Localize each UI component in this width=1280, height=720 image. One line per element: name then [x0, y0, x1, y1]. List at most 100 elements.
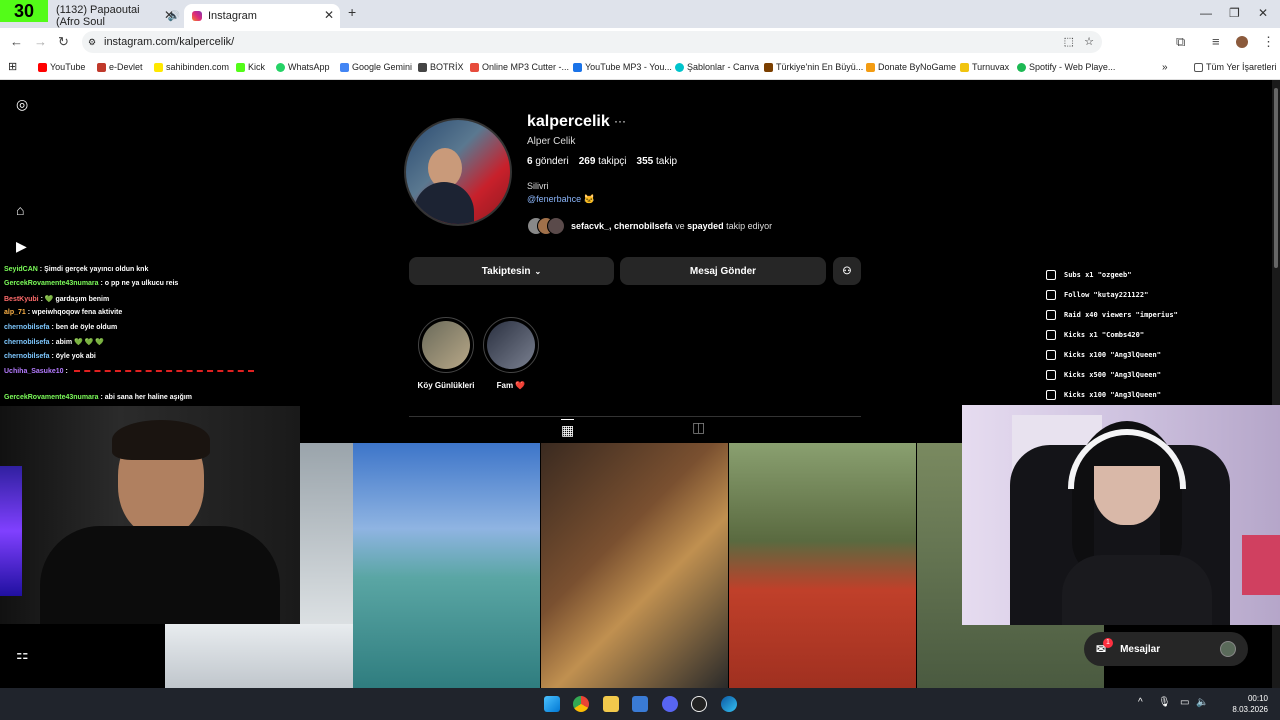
profile-avatar[interactable]	[1236, 36, 1248, 48]
media-icon[interactable]: ≡	[1212, 34, 1220, 49]
forward-icon[interactable]: →	[34, 34, 47, 49]
scrollbar-thumb[interactable]	[1274, 88, 1278, 268]
window-close-icon[interactable]: ✕	[1258, 6, 1268, 20]
reload-icon[interactable]: ↻	[58, 34, 69, 50]
browser-tab-bar: 30 (1132) Papaoutai (Afro Soul 🔊 ✕ Insta…	[0, 0, 1280, 28]
highlight-cover	[487, 321, 535, 369]
chat-message: : 💚 gardaşım benim	[40, 296, 110, 303]
tab-instagram[interactable]: Instagram ✕	[184, 4, 340, 28]
menu-icon[interactable]: ⋮	[1262, 34, 1275, 50]
bookmark-botrix[interactable]: BOTRİX	[418, 62, 464, 72]
all-bookmarks-folder[interactable]: Tüm Yer İşaretleri	[1194, 62, 1277, 72]
tray-chevron-icon[interactable]: ^	[1138, 697, 1143, 708]
alert-text: Subs x1 "ozgeeb"	[1064, 271, 1132, 279]
chat-message: : o pp ne ya ulkucu reis	[100, 280, 179, 287]
bookmark-star-icon[interactable]: ☆	[1084, 31, 1094, 53]
bookmark-youtube-mp3[interactable]: YouTube MP3 - You...	[573, 62, 672, 72]
chat-message: : abi sana her haline aşığım	[100, 394, 192, 401]
volume-icon[interactable]: 🔈	[1196, 697, 1208, 708]
close-tab-icon[interactable]: ✕	[324, 8, 334, 22]
bookmark-whatsapp[interactable]: WhatsApp	[276, 62, 330, 72]
stream-alerts-overlay: Subs x1 "ozgeeb" Follow "kutay221122" Ra…	[1040, 266, 1276, 406]
bookmark-canva[interactable]: Şablonlar - Canva	[675, 62, 759, 72]
bookmark-label: sahibinden.com	[166, 62, 230, 72]
chrome-icon[interactable]	[573, 696, 589, 712]
sub-icon	[1046, 270, 1056, 280]
profile-avatar-large[interactable]	[404, 118, 512, 226]
chat-user: chernobilsefa	[4, 353, 50, 360]
highlight-koy[interactable]: Köy Günlükleri	[416, 317, 476, 390]
bookmark-kick[interactable]: Kick	[236, 62, 265, 72]
add-user-icon: ⚇	[842, 265, 852, 277]
file-explorer-icon[interactable]	[603, 696, 619, 712]
post-thumbnail-cafe[interactable]	[541, 443, 728, 688]
highlight-ring	[483, 317, 539, 373]
home-icon[interactable]: ⌂	[16, 202, 32, 218]
bookmark-gemini[interactable]: Google Gemini	[340, 62, 412, 72]
stream-chat-overlay: SeyidCAN : Şimdi gerçek yayıncı oldun kn…	[0, 264, 298, 407]
bynogame-icon	[866, 62, 875, 72]
taskbar-clock[interactable]: 00:10 8.03.2026	[1232, 693, 1268, 715]
install-icon[interactable]: ⬚	[1064, 31, 1074, 53]
bookmark-bynogame[interactable]: Donate ByNoGame	[866, 62, 956, 72]
profile-bio-link[interactable]: @fenerbahce 🐱	[527, 194, 595, 205]
reels-icon[interactable]: ▶	[16, 238, 32, 254]
site-info-icon[interactable]: ⚙	[88, 31, 96, 53]
clock-date: 8.03.2026	[1232, 705, 1268, 714]
chat-user: chernobilsefa	[4, 324, 50, 331]
following-stat[interactable]: 355 takip	[637, 156, 678, 167]
options-icon[interactable]: ···	[614, 114, 626, 128]
bookmark-turnuvax[interactable]: Turnuvax	[960, 62, 1009, 72]
bookmark-spotify[interactable]: Spotify - Web Playe...	[1017, 62, 1115, 72]
minimize-icon[interactable]: —	[1200, 6, 1212, 20]
close-tab-icon[interactable]: ✕	[164, 8, 174, 22]
followers-stat[interactable]: 269 takipçi	[579, 156, 627, 167]
windows-start-icon[interactable]	[544, 696, 560, 712]
clock-time: 00:10	[1247, 694, 1268, 703]
network-icon[interactable]: ▭	[1180, 697, 1189, 708]
tab-youtube[interactable]: (1132) Papaoutai (Afro Soul 🔊 ✕	[40, 4, 180, 28]
profile-bio: Silivri	[527, 181, 549, 191]
instagram-logo-icon[interactable]: ◎	[16, 96, 32, 112]
edge-icon[interactable]	[721, 696, 737, 712]
suggest-user-button[interactable]: ⚇	[833, 257, 861, 285]
poster	[1242, 535, 1280, 595]
highlight-fam[interactable]: Fam ❤️	[481, 317, 541, 390]
posts-label: gönderi	[535, 156, 569, 167]
back-icon[interactable]: ←	[10, 34, 23, 49]
profile-stats: 6 gönderi 269 takipçi 355 takip	[527, 156, 677, 167]
new-tab-button[interactable]: +	[348, 4, 356, 20]
bookmark-sahibinden[interactable]: sahibinden.com	[154, 62, 229, 72]
discord-icon[interactable]	[662, 696, 678, 712]
chat-user: SeyidCAN	[4, 266, 38, 273]
bookmark-mp3-cutter[interactable]: Online MP3 Cutter -...	[470, 62, 569, 72]
post-thumbnail-winter[interactable]	[165, 624, 353, 688]
streamer-body	[40, 526, 280, 624]
more-menu-icon[interactable]: ⚏	[16, 646, 32, 662]
bookmark-turkiye[interactable]: Türkiye'nin En Büyü...	[764, 62, 863, 72]
app-icon[interactable]	[632, 696, 648, 712]
following-button[interactable]: Takiptesin ⌄	[409, 257, 614, 285]
restore-icon[interactable]: ❐	[1229, 6, 1240, 20]
chat-user: GercekRovamente43numara	[4, 394, 99, 401]
extensions-icon[interactable]: ⧉	[1176, 34, 1185, 50]
streamer-hair	[112, 420, 210, 460]
bookmark-youtube[interactable]: YouTube	[38, 62, 85, 72]
spotify-icon	[1017, 62, 1026, 72]
message-button[interactable]: Mesaj Gönder	[620, 257, 826, 285]
post-thumbnail-tractor[interactable]	[729, 443, 916, 688]
followed-by-names: sefacvk_, chernobilsefa	[571, 221, 673, 231]
apps-grid-icon[interactable]: ⊞	[8, 60, 17, 73]
highlight-cover	[422, 321, 470, 369]
tagged-icon[interactable]: ◫	[692, 419, 705, 436]
grid-icon[interactable]: ▦	[561, 419, 575, 439]
bookmark-label: YouTube	[50, 62, 86, 72]
more-bookmarks-icon[interactable]: »	[1162, 62, 1168, 73]
post-thumbnail-lake[interactable]	[353, 443, 540, 688]
microphone-icon[interactable]: 🎙	[1158, 697, 1171, 708]
address-bar[interactable]: ⚙ instagram.com/kalpercelik/ ⬚ ☆	[82, 31, 1102, 53]
highlight-ring	[418, 317, 474, 373]
obs-icon[interactable]	[691, 696, 707, 712]
followed-by[interactable]: sefacvk_, chernobilsefa ve spayded takip…	[527, 217, 772, 235]
bookmark-edevlet[interactable]: e-Devlet	[97, 62, 143, 72]
